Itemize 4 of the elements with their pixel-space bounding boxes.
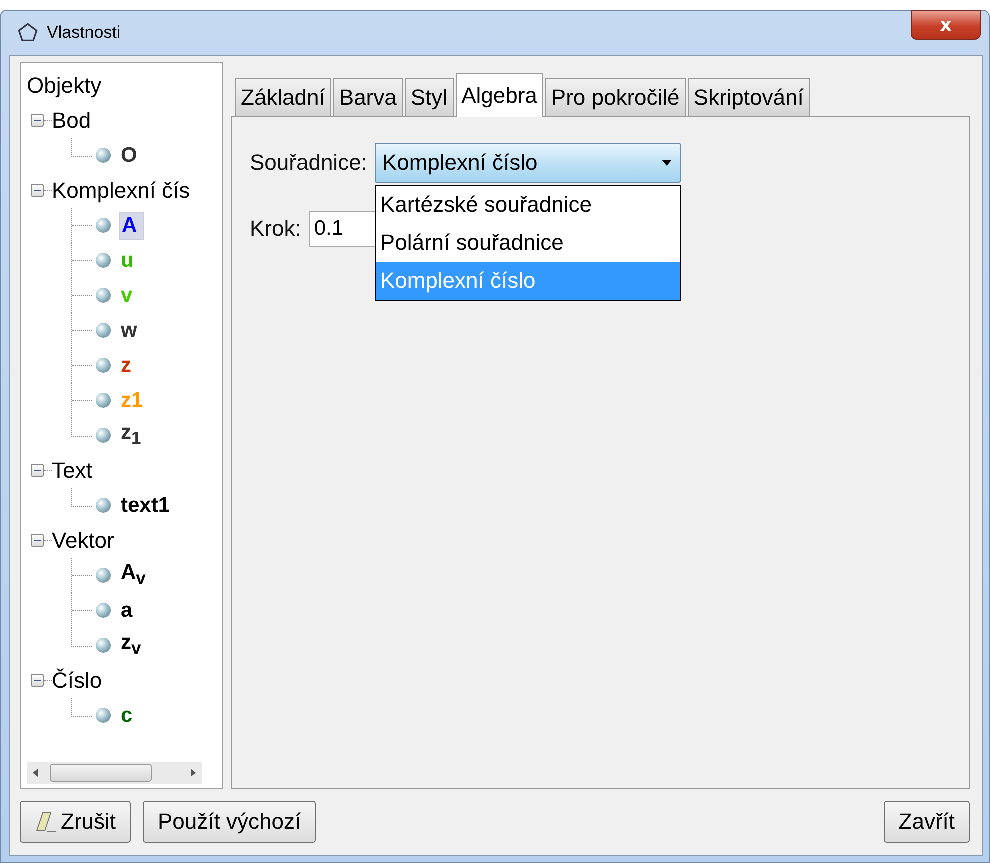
window-title: Vlastnosti bbox=[47, 23, 121, 43]
field-label: Souřadnice: bbox=[250, 150, 368, 176]
tree-root-label: Objekty bbox=[27, 72, 103, 100]
field-label: Krok: bbox=[250, 216, 302, 242]
